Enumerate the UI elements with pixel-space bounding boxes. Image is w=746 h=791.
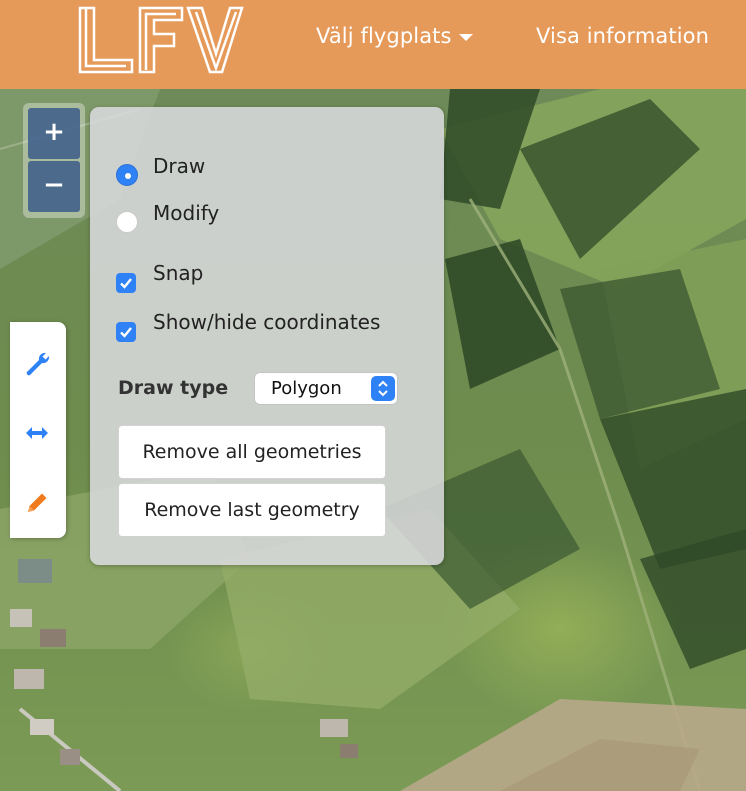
draw-type-select[interactable]: Polygon [254,372,398,405]
modify-radio[interactable] [116,211,138,233]
draw-panel: Draw Modify Snap Show/hide coordinates D… [90,107,444,565]
snap-option[interactable]: Snap [116,261,203,293]
horizontal-arrows-icon [26,427,48,439]
checkmark-icon [120,327,132,338]
lfv-logo[interactable] [70,4,245,76]
show-information-link[interactable]: Visa information [536,24,709,48]
coordinates-label: Show/hide coordinates [153,310,381,334]
draw-type-label: Draw type [118,377,229,399]
measure-tool-button[interactable] [10,402,66,462]
remove-last-geometry-button[interactable]: Remove last geometry [118,483,386,537]
settings-tool-button[interactable] [10,332,66,392]
airport-select-label: Välj flygplats [316,24,452,48]
draw-label: Draw [153,153,206,178]
top-navbar: Välj flygplats Visa information [0,0,746,89]
checkmark-icon [120,278,132,289]
draw-radio[interactable] [116,164,138,186]
pencil-icon [28,493,47,512]
coordinates-option[interactable]: Show/hide coordinates [116,310,380,342]
snap-checkbox[interactable] [116,273,136,293]
wrench-icon [26,352,50,376]
zoom-out-button[interactable]: − [28,161,80,212]
draw-tool-button[interactable] [10,472,66,532]
remove-all-geometries-button[interactable]: Remove all geometries [118,425,386,479]
draw-type-value: Polygon [271,378,342,399]
zoom-control: + − [23,103,85,218]
up-down-chevron-icon [378,380,388,397]
select-stepper-icon [371,376,395,401]
modify-label: Modify [153,200,220,225]
map-tool-sidebar [10,322,66,538]
draw-mode-option[interactable]: Draw [116,153,206,186]
modify-mode-option[interactable]: Modify [116,200,220,233]
snap-label: Snap [153,261,204,285]
caret-down-icon [458,33,473,41]
airport-select-menu[interactable]: Välj flygplats [316,24,473,48]
coordinates-checkbox[interactable] [116,322,136,342]
zoom-in-button[interactable]: + [28,108,80,159]
